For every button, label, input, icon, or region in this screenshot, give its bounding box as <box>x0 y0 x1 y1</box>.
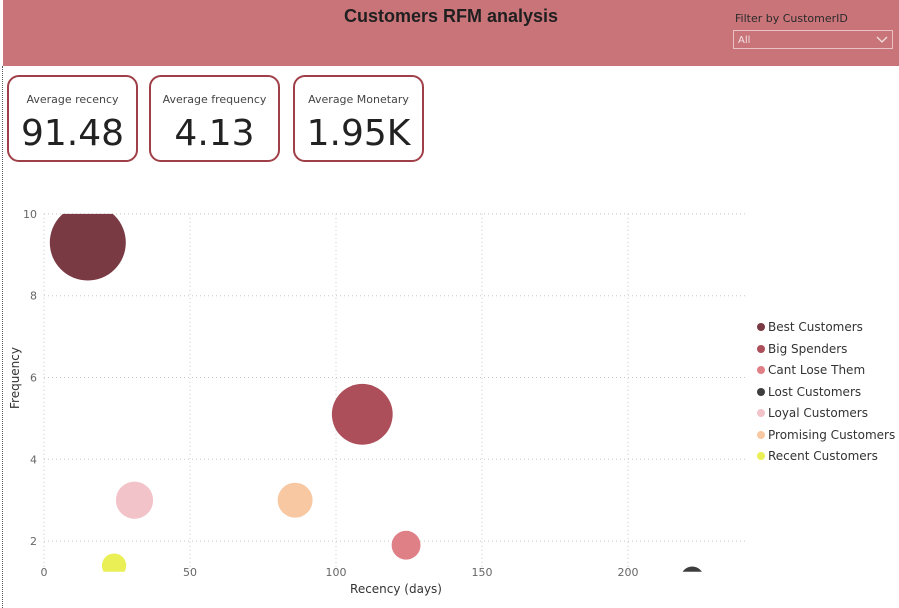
kpi-card-recency: Average recency 91.48 <box>7 75 138 162</box>
bubble-layer <box>49 205 704 590</box>
x-tick-label: 50 <box>183 566 197 579</box>
y-tick-label: 8 <box>30 290 37 303</box>
kpi-card-monetary: Average Monetary 1.95K <box>293 75 424 162</box>
legend-label: Cant Lose Them <box>768 363 866 377</box>
legend-label: Lost Customers <box>768 384 862 399</box>
x-tick-label: 200 <box>618 566 639 579</box>
x-tick-label: 150 <box>472 566 493 579</box>
filter-label: Filter by CustomerID <box>735 12 848 25</box>
kpi-value: 91.48 <box>20 113 125 154</box>
kpi-value: 4.13 <box>174 113 255 154</box>
legend-dot-icon <box>757 430 765 439</box>
legend-label: Recent Customers <box>768 449 878 463</box>
legend-label: Loyal Customers <box>768 406 868 420</box>
bubble-recent-customers[interactable] <box>101 553 127 577</box>
kpi-label: Average Monetary <box>308 93 409 106</box>
y-tick-label: 10 <box>23 208 37 221</box>
legend-dot-icon <box>757 409 765 417</box>
legend-dot-icon <box>757 452 765 460</box>
kpi-label: Average recency <box>26 93 119 106</box>
x-tick-label: 100 <box>326 566 347 579</box>
kpi-card-frequency: Average frequency 4.13 <box>149 75 280 162</box>
x-axis-label: Recency (days) <box>350 582 442 596</box>
y-axis-label: Frequency <box>8 347 22 409</box>
legend-label: Best Customers <box>768 320 863 334</box>
legend-dot-icon <box>757 366 765 374</box>
rfm-scatter-chart: 2468100 50 100 150 200Recency (days)Frequenc… <box>8 205 746 596</box>
legend-dot-icon <box>757 387 765 396</box>
x-tick-label: 0 <box>41 566 48 579</box>
header-banner: Customers RFM analysis Filter by Custome… <box>3 0 899 66</box>
y-tick-label: 2 <box>30 535 37 548</box>
bubble-big-spenders[interactable] <box>331 383 393 445</box>
chevron-down-icon[interactable] <box>876 33 888 45</box>
filter-selected-value: All <box>738 35 751 46</box>
legend-dot-icon <box>757 344 765 353</box>
bubble-loyal-customers[interactable] <box>115 481 154 519</box>
legend-label: Promising Customers <box>768 427 896 442</box>
legend-label: Big Spenders <box>768 341 848 356</box>
legend-dot-icon <box>757 323 765 331</box>
customerid-filter-dropdown[interactable]: All <box>733 30 893 49</box>
bubble-lost-customers[interactable] <box>681 566 704 590</box>
kpi-label: Average frequency <box>162 93 267 106</box>
y-tick-label: 6 <box>30 372 37 385</box>
bubble-promising-customers[interactable] <box>277 482 313 518</box>
y-tick-label: 4 <box>30 453 37 466</box>
bubble-best-customers[interactable] <box>49 205 126 281</box>
bubble-cant-lose-them[interactable] <box>391 530 421 560</box>
kpi-value: 1.95K <box>306 113 411 154</box>
